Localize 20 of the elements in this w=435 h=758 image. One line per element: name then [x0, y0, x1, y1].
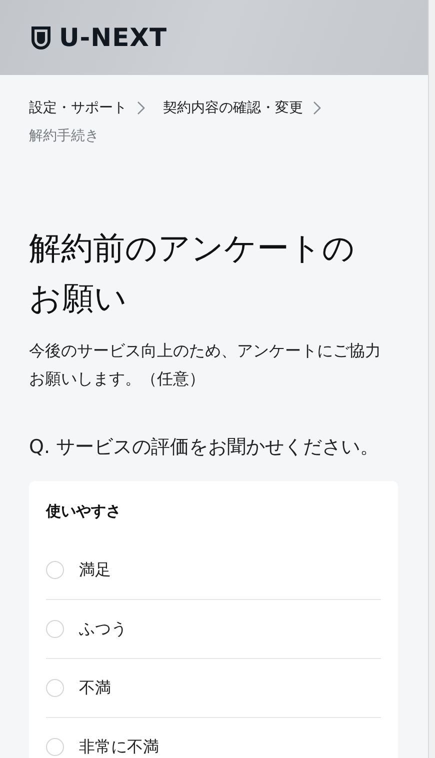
shield-logo-icon [31, 26, 51, 50]
radio-button[interactable] [46, 561, 64, 579]
option-label[interactable]: ふつう [79, 618, 127, 640]
option-label[interactable]: 非常に不満 [79, 736, 159, 758]
scrollbar[interactable] [428, 0, 435, 758]
radio-button[interactable] [46, 679, 64, 697]
chevron-icon [313, 101, 321, 115]
option-label[interactable]: 満足 [79, 560, 111, 580]
question-text: Q. サービスの評価をお聞かせください。 [29, 435, 380, 460]
breadcrumb-link[interactable]: 契約内容の確認・変更 [163, 97, 303, 119]
radio-button[interactable] [46, 738, 64, 756]
page-title: 解約前のアンケートのお願い [29, 228, 356, 319]
current-page-label: 解約手続き [29, 127, 99, 146]
chevron-icon [137, 101, 145, 115]
radio-button[interactable] [46, 620, 64, 638]
option-label[interactable]: 不満 [79, 678, 111, 698]
breadcrumb-link[interactable]: 設定・サポート [29, 97, 127, 119]
card-heading: 使いやすさ [46, 501, 122, 522]
logo-text[interactable]: U-NEXT [59, 23, 168, 52]
intro-text: 今後のサービス向上のため、アンケートにご協力お願いします。（任意） [29, 340, 382, 390]
